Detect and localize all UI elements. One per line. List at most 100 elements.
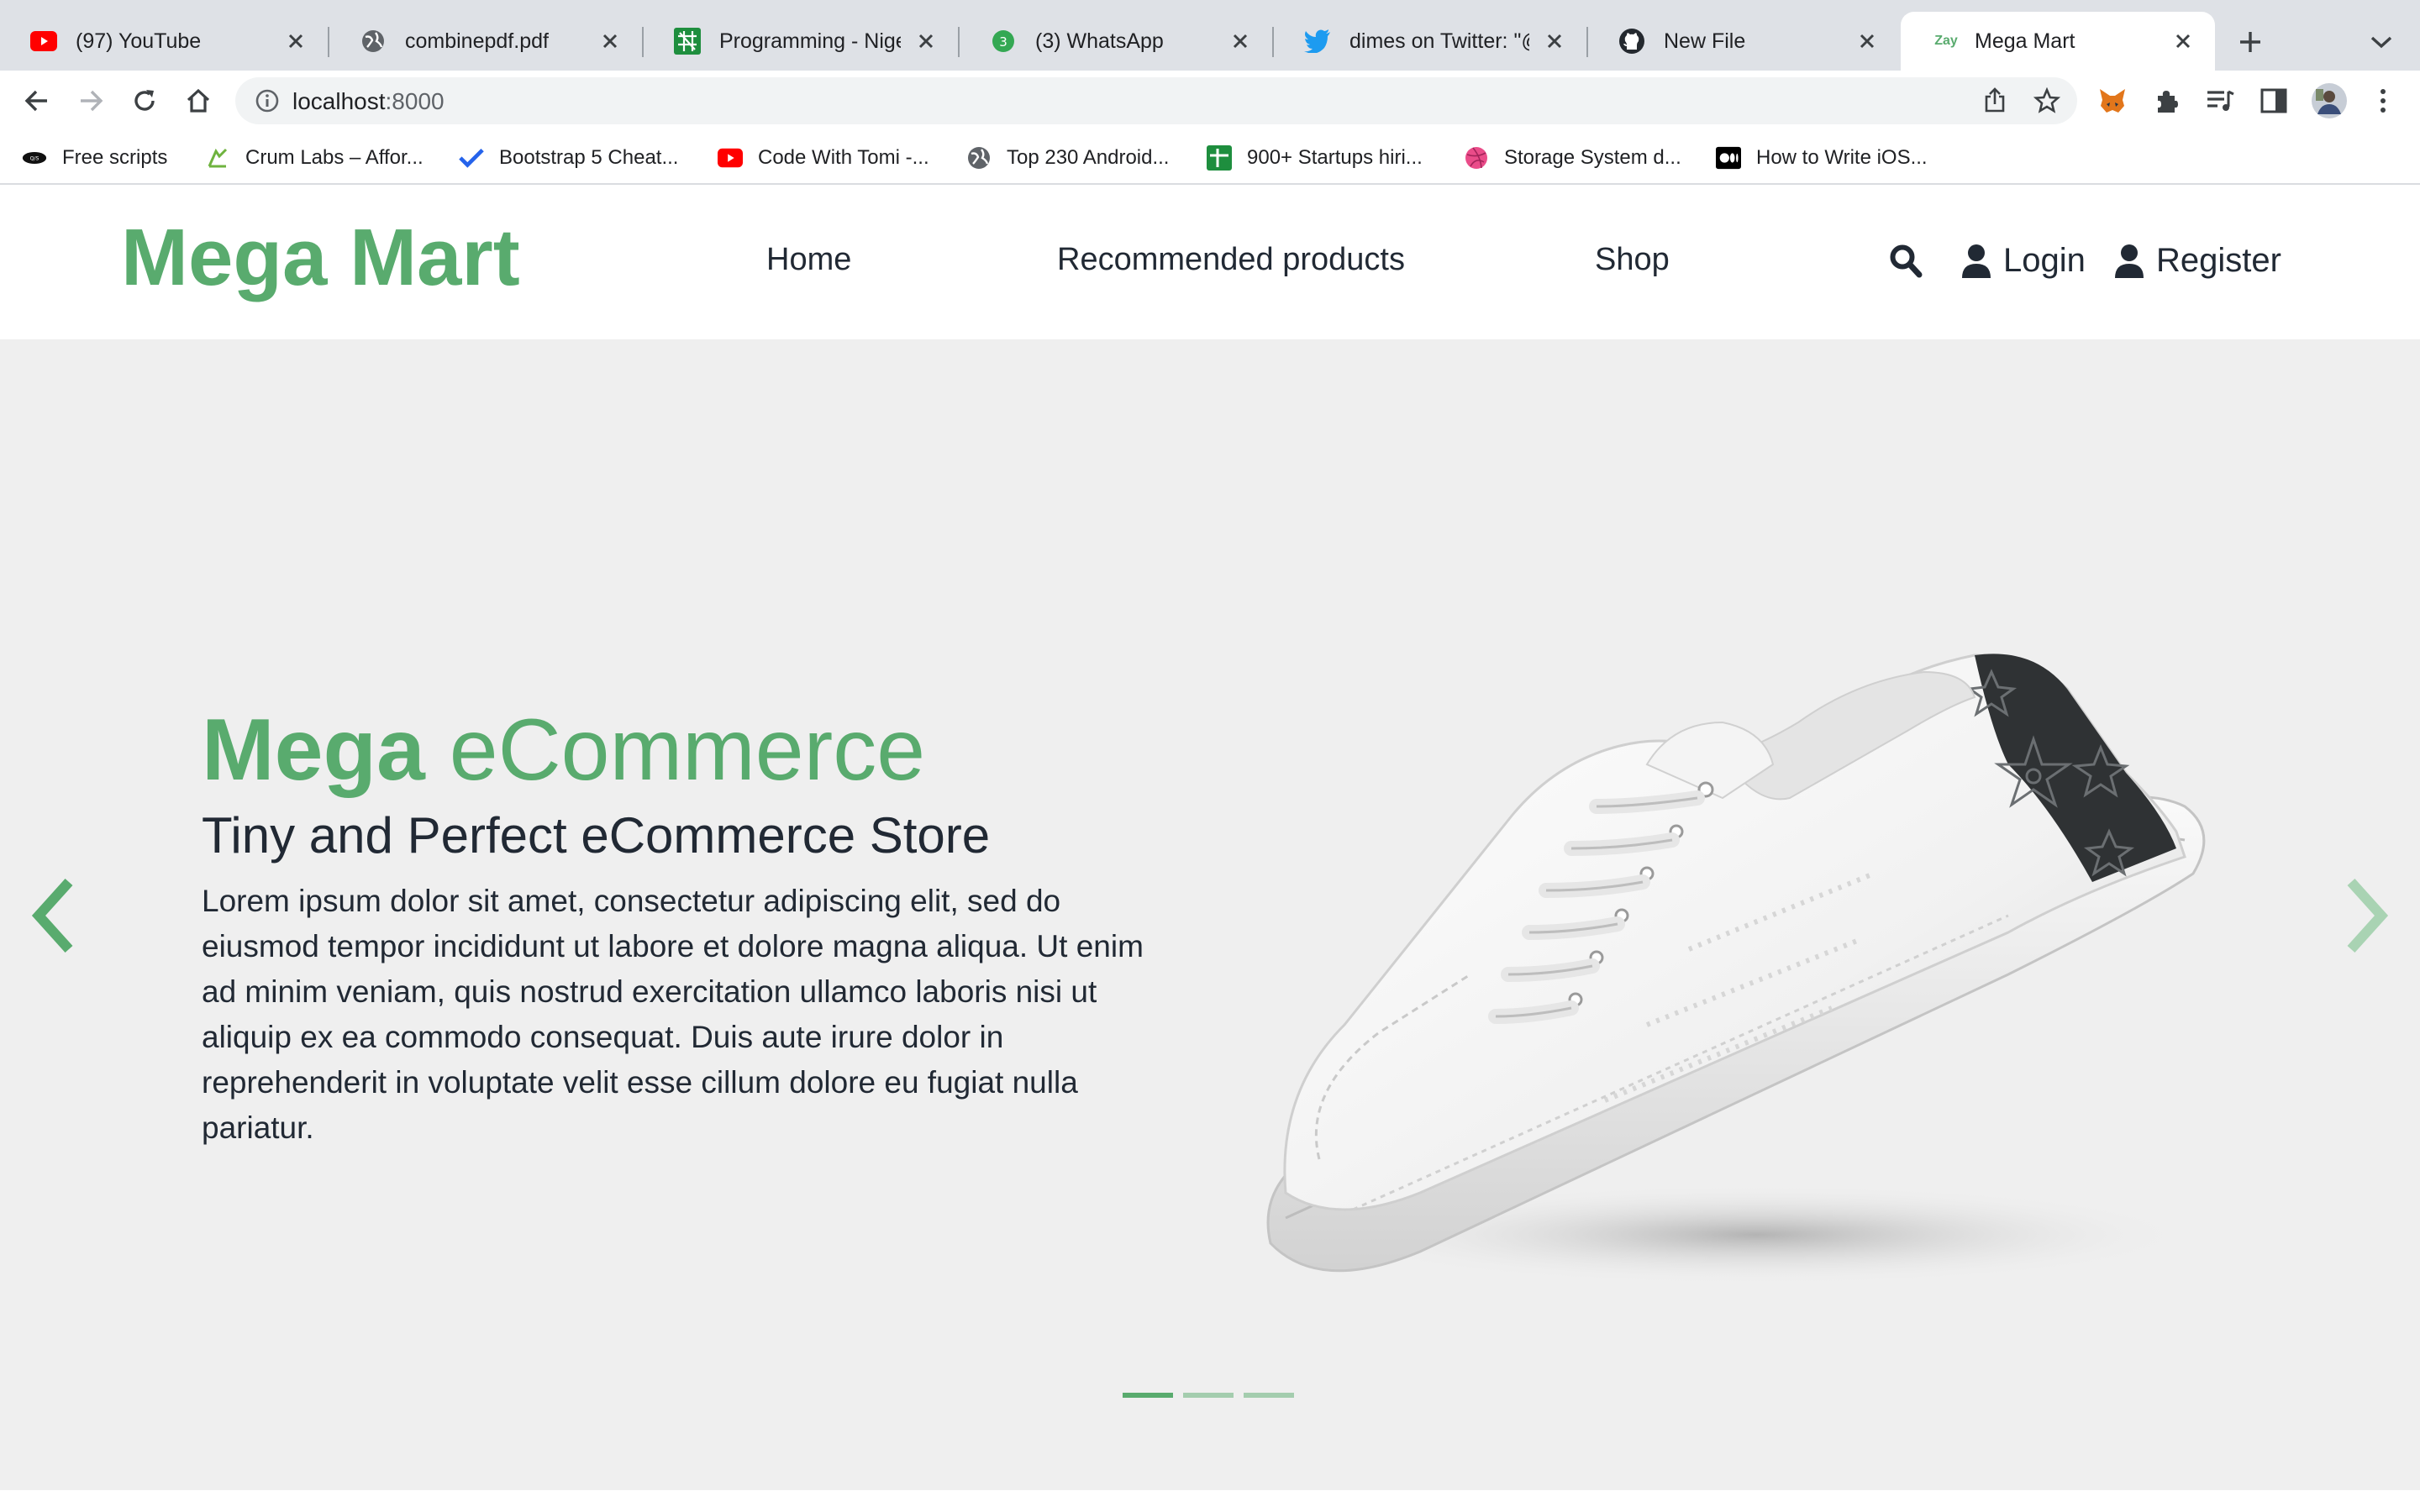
metamask-icon[interactable] bbox=[2097, 86, 2128, 116]
bookmark-label: Code With Tomi -... bbox=[758, 146, 929, 169]
browser-tab-youtube[interactable]: (97) YouTube bbox=[0, 12, 328, 71]
back-button[interactable] bbox=[17, 81, 57, 121]
address-url: localhost:8000 bbox=[292, 88, 445, 115]
bookmark-label: Top 230 Android... bbox=[1007, 146, 1170, 169]
carousel-indicator-1[interactable] bbox=[1123, 1393, 1173, 1398]
tab-title: (97) YouTube bbox=[76, 29, 202, 53]
forward-button[interactable] bbox=[71, 81, 111, 121]
nav-recommended-products[interactable]: Recommended products bbox=[1057, 242, 1405, 278]
home-icon bbox=[187, 88, 210, 113]
scripts-icon: Q/S bbox=[22, 145, 47, 171]
plus-icon bbox=[2240, 32, 2260, 52]
bookmark-bootstrap[interactable]: Bootstrap 5 Cheat... bbox=[459, 143, 678, 173]
url-host: localhost bbox=[292, 88, 386, 114]
sneaker-image bbox=[1266, 654, 2206, 1285]
bookmark-free-scripts[interactable]: Q/S Free scripts bbox=[22, 143, 167, 173]
browser-tab-new-file[interactable]: New File bbox=[1588, 12, 1899, 71]
tab-title: (3) WhatsApp bbox=[1035, 29, 1164, 53]
side-panel-icon[interactable] bbox=[2259, 86, 2289, 116]
close-icon[interactable] bbox=[282, 28, 309, 55]
globe-icon bbox=[966, 145, 992, 171]
svg-text:3: 3 bbox=[999, 34, 1007, 50]
zay-icon: Zay bbox=[1931, 28, 1961, 55]
media-queue-icon[interactable] bbox=[2205, 86, 2235, 116]
url-port: :8000 bbox=[385, 88, 445, 114]
browser-tab-strip: (97) YouTube combinepdf.pdf Programming … bbox=[0, 0, 2420, 71]
carousel-indicator-2[interactable] bbox=[1183, 1393, 1234, 1398]
bookmark-900-startups[interactable]: 900+ Startups hiri... bbox=[1207, 143, 1423, 173]
hero-description: Lorem ipsum dolor sit amet, consectetur … bbox=[202, 884, 1144, 1145]
menu-kebab-icon[interactable] bbox=[2368, 86, 2398, 116]
close-icon[interactable] bbox=[2170, 28, 2196, 55]
bookmark-crum-labs[interactable]: Crum Labs – Affor... bbox=[205, 143, 424, 173]
carousel-indicators bbox=[1123, 1393, 1294, 1398]
reload-icon bbox=[134, 90, 155, 111]
github-icon bbox=[1618, 28, 1645, 55]
nav-shop[interactable]: Shop bbox=[1595, 242, 1670, 278]
carousel-next-arrow-icon[interactable] bbox=[2341, 875, 2391, 956]
info-icon[interactable] bbox=[254, 87, 281, 114]
sheet-icon bbox=[1207, 145, 1232, 171]
carousel-prev-arrow-icon[interactable] bbox=[29, 875, 79, 956]
check-icon bbox=[459, 145, 484, 171]
share-icon[interactable] bbox=[1981, 87, 2008, 114]
globe-icon bbox=[360, 28, 387, 55]
address-bar[interactable]: localhost:8000 bbox=[235, 77, 2077, 124]
carousel-indicator-3[interactable] bbox=[1244, 1393, 1294, 1398]
hero-title: Mega eCommerce bbox=[202, 701, 925, 801]
bookmark-how-to-write-ios[interactable]: How to Write iOS... bbox=[1716, 143, 1928, 173]
close-icon[interactable] bbox=[913, 28, 939, 55]
crum-icon bbox=[205, 145, 230, 171]
whatsapp-icon: 3 bbox=[990, 28, 1017, 55]
search-icon[interactable] bbox=[1889, 244, 1923, 279]
bookmark-label: 900+ Startups hiri... bbox=[1247, 146, 1423, 169]
register-link[interactable]: Register bbox=[2156, 242, 2281, 280]
tab-title: combinepdf.pdf bbox=[405, 29, 549, 53]
nav-home[interactable]: Home bbox=[766, 242, 851, 278]
profile-avatar[interactable] bbox=[2311, 82, 2348, 119]
sheet-icon bbox=[674, 28, 701, 55]
browser-tab-whatsapp[interactable]: 3 (3) WhatsApp bbox=[960, 12, 1272, 71]
arrow-right-icon bbox=[81, 90, 103, 112]
tab-title: dimes on Twitter: "@a bbox=[1349, 29, 1529, 53]
browser-toolbar: localhost:8000 bbox=[0, 71, 2420, 131]
site-header: Mega Mart Home Recommended products Shop… bbox=[0, 186, 2420, 339]
bookmark-storage-system[interactable]: Storage System d... bbox=[1464, 143, 1681, 173]
browser-tab-programming[interactable]: Programming - Nigeri bbox=[644, 12, 958, 71]
close-icon[interactable] bbox=[597, 28, 623, 55]
youtube-icon bbox=[30, 28, 57, 55]
close-icon[interactable] bbox=[1227, 28, 1254, 55]
tab-title: New File bbox=[1664, 29, 1746, 53]
close-icon[interactable] bbox=[1541, 28, 1568, 55]
page-below-fold bbox=[0, 1490, 2420, 1512]
zay-favicon-text: Zay bbox=[1934, 34, 1958, 48]
bookmark-top-230-android[interactable]: Top 230 Android... bbox=[966, 143, 1169, 173]
home-button[interactable] bbox=[178, 81, 218, 121]
chevron-down-icon bbox=[2370, 36, 2392, 49]
twitter-icon bbox=[1304, 28, 1331, 55]
user-icon bbox=[2115, 244, 2144, 278]
arrow-left-icon bbox=[24, 90, 47, 112]
tab-search-button[interactable] bbox=[2365, 25, 2398, 59]
site-logo[interactable]: Mega Mart bbox=[121, 212, 520, 304]
browser-tab-twitter[interactable]: dimes on Twitter: "@a bbox=[1274, 12, 1586, 71]
tab-title: Mega Mart bbox=[1975, 29, 2075, 53]
extensions-puzzle-icon[interactable] bbox=[2151, 86, 2181, 116]
youtube-icon bbox=[718, 145, 743, 171]
bookmark-label: Bootstrap 5 Cheat... bbox=[499, 146, 679, 169]
hero-subtitle: Tiny and Perfect eCommerce Store bbox=[202, 807, 991, 864]
hero-carousel: Mega eCommerce Tiny and Perfect eCommerc… bbox=[0, 339, 2420, 1490]
bookmark-code-with-tomi[interactable]: Code With Tomi -... bbox=[718, 143, 929, 173]
reload-button[interactable] bbox=[124, 81, 165, 121]
tab-title: Programming - Nigeri bbox=[719, 29, 901, 53]
new-tab-button[interactable] bbox=[2230, 22, 2270, 62]
browser-tab-combinepdf[interactable]: combinepdf.pdf bbox=[329, 12, 642, 71]
star-icon[interactable] bbox=[2033, 87, 2060, 114]
user-icon bbox=[1962, 244, 1991, 278]
dribbble-icon bbox=[1464, 145, 1489, 171]
hero-title-light: eCommerce bbox=[424, 701, 926, 799]
login-link[interactable]: Login bbox=[2003, 242, 2086, 280]
close-icon[interactable] bbox=[1854, 28, 1881, 55]
svg-text:Q/S: Q/S bbox=[30, 156, 39, 162]
browser-tab-mega-mart[interactable]: Zay Mega Mart bbox=[1901, 12, 2215, 71]
